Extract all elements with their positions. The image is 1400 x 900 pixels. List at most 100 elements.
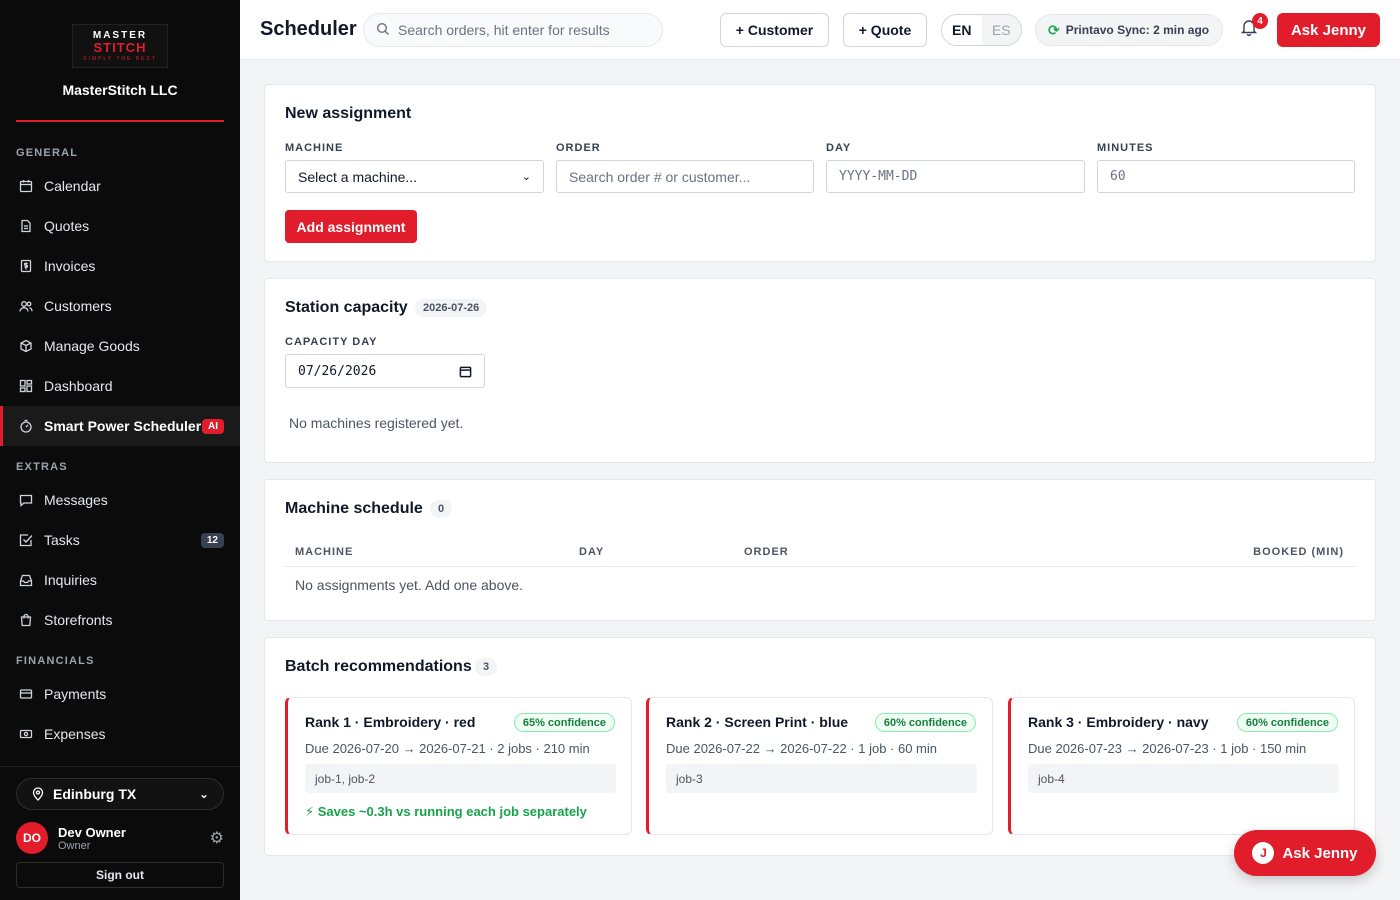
recommendation-savings: ⚡ Saves ~0.3h vs running each job separa… bbox=[305, 804, 587, 819]
nav-section-extras: EXTRAS bbox=[16, 461, 68, 473]
add-assignment-button[interactable]: Add assignment bbox=[285, 210, 417, 243]
refresh-icon: ⟳ bbox=[1048, 21, 1060, 38]
logo-top-text: MASTER bbox=[92, 29, 148, 41]
sidebar-item-label: Payments bbox=[44, 686, 107, 702]
recommendation-card[interactable]: Rank 3 · Embroidery · navy 60% confidenc… bbox=[1008, 697, 1355, 835]
station-capacity-title: Station capacity bbox=[285, 299, 408, 316]
grid-icon bbox=[18, 378, 34, 394]
add-customer-button[interactable]: + Customer bbox=[720, 13, 829, 47]
column-header-day[interactable]: DAY bbox=[579, 546, 604, 558]
jenny-avatar-icon: J bbox=[1252, 842, 1275, 864]
recommendation-meta: Due 2026-07-23 → 2026-07-23 · 1 job · 15… bbox=[1028, 741, 1307, 756]
lang-en-option[interactable]: EN bbox=[942, 15, 982, 45]
sidebar-item-smart-power-scheduler[interactable]: Smart Power Scheduler AI bbox=[0, 406, 240, 446]
user-profile: DO Dev Owner Owner ⚙ bbox=[16, 820, 224, 856]
order-input[interactable]: Search order # or customer... bbox=[556, 160, 814, 193]
sidebar-item-tasks[interactable]: Tasks 12 bbox=[0, 520, 240, 560]
recommendation-jobs: job-1, job-2 bbox=[305, 764, 616, 793]
sidebar-item-inquiries[interactable]: Inquiries bbox=[0, 560, 240, 600]
order-label: ORDER bbox=[556, 142, 601, 154]
sidebar-item-dashboard[interactable]: Dashboard bbox=[0, 366, 240, 406]
sidebar-item-customers[interactable]: Customers bbox=[0, 286, 240, 326]
ask-jenny-floating-label: Ask Jenny bbox=[1282, 844, 1358, 862]
day-input[interactable]: YYYY-MM-DD bbox=[826, 160, 1085, 193]
recommendation-title: Rank 3 · Embroidery · navy bbox=[1028, 714, 1209, 730]
sidebar: MASTER STITCH SIMPLY THE BEST MasterStit… bbox=[0, 0, 240, 900]
sidebar-item-manage-goods[interactable]: Manage Goods bbox=[0, 326, 240, 366]
capacity-empty-text: No machines registered yet. bbox=[289, 415, 464, 431]
ask-jenny-button[interactable]: Ask Jenny bbox=[1277, 13, 1380, 47]
top-header: Scheduler + Customer + Quote EN ES ⟳ Pri… bbox=[240, 0, 1400, 60]
sidebar-item-label: Invoices bbox=[44, 258, 96, 274]
sidebar-item-messages[interactable]: Messages bbox=[0, 480, 240, 520]
sidebar-item-label: Storefronts bbox=[44, 612, 113, 628]
sign-out-button[interactable]: Sign out bbox=[16, 862, 224, 888]
confidence-badge: 65% confidence bbox=[513, 713, 615, 732]
machine-label: MACHINE bbox=[285, 142, 344, 154]
sidebar-item-label: Smart Power Scheduler bbox=[44, 418, 202, 434]
brand-divider bbox=[16, 120, 224, 122]
schedule-count-badge: 0 bbox=[430, 500, 453, 518]
ask-jenny-floating-button[interactable]: J Ask Jenny bbox=[1234, 830, 1376, 876]
sidebar-item-label: Customers bbox=[44, 298, 112, 314]
minutes-input[interactable]: 60 bbox=[1097, 160, 1355, 193]
store-icon bbox=[18, 612, 34, 628]
recommendation-jobs: job-3 bbox=[666, 764, 977, 793]
station-capacity-card: Station capacity 2026-07-26 CAPACITY DAY… bbox=[264, 278, 1376, 463]
sidebar-item-quotes[interactable]: Quotes bbox=[0, 206, 240, 246]
confidence-badge: 60% confidence bbox=[1236, 713, 1338, 732]
logo-sub-text: SIMPLY THE BEST bbox=[83, 55, 157, 62]
sidebar-item-calendar[interactable]: Calendar bbox=[0, 166, 240, 206]
tasks-count-badge: 12 bbox=[200, 532, 224, 548]
gear-icon[interactable]: ⚙ bbox=[210, 828, 224, 848]
sync-status-badge[interactable]: ⟳ Printavo Sync: 2 min ago bbox=[1035, 14, 1223, 46]
sidebar-item-storefronts[interactable]: Storefronts bbox=[0, 600, 240, 640]
sidebar-item-label: Expenses bbox=[44, 726, 106, 742]
recommendation-jobs: job-4 bbox=[1028, 764, 1339, 793]
table-header-divider bbox=[285, 566, 1355, 567]
dollar-file-icon bbox=[18, 258, 34, 274]
notification-count-badge: 4 bbox=[1252, 13, 1268, 29]
sidebar-item-invoices[interactable]: Invoices bbox=[0, 246, 240, 286]
chevron-down-icon: ⌄ bbox=[198, 787, 209, 801]
recommendation-card[interactable]: Rank 1 · Embroidery · red 65% confidence… bbox=[285, 697, 632, 835]
search-box[interactable] bbox=[363, 13, 663, 47]
card-icon bbox=[18, 686, 34, 702]
column-header-order[interactable]: ORDER bbox=[744, 546, 789, 558]
location-selector[interactable]: Edinburg TX ⌄ bbox=[16, 778, 224, 810]
machine-select[interactable]: Select a machine... ⌄ bbox=[285, 160, 544, 193]
nav-section-general: GENERAL bbox=[16, 147, 79, 159]
sidebar-item-label: Quotes bbox=[44, 218, 90, 234]
avatar[interactable]: DO bbox=[16, 822, 48, 854]
column-header-booked[interactable]: BOOKED (MIN) bbox=[1253, 546, 1344, 558]
calendar-picker-icon[interactable] bbox=[459, 365, 472, 378]
chevron-down-icon: ⌄ bbox=[521, 171, 531, 183]
recommendation-meta: Due 2026-07-20 → 2026-07-21 · 2 jobs · 2… bbox=[305, 741, 590, 756]
capacity-day-input[interactable]: 07/26/2026 bbox=[285, 354, 485, 388]
machine-schedule-title: Machine schedule bbox=[285, 500, 423, 517]
user-role: Owner bbox=[58, 839, 91, 852]
location-pin-icon bbox=[31, 787, 45, 801]
recommendation-title: Rank 1 · Embroidery · red bbox=[305, 714, 476, 730]
new-assignment-card: New assignment MACHINE Select a machine.… bbox=[264, 84, 1376, 262]
company-logo[interactable]: MASTER STITCH SIMPLY THE BEST bbox=[72, 24, 168, 68]
batch-count-badge: 3 bbox=[475, 658, 498, 676]
capacity-day-label: CAPACITY DAY bbox=[285, 336, 378, 348]
sync-status-text: Printavo Sync: 2 min ago bbox=[1065, 23, 1210, 37]
add-quote-button[interactable]: + Quote bbox=[843, 13, 927, 47]
machine-select-value: Select a machine... bbox=[298, 168, 418, 185]
machine-schedule-card: Machine schedule 0 MACHINE DAY ORDER BOO… bbox=[264, 479, 1376, 621]
recommendation-card[interactable]: Rank 2 · Screen Print · blue 60% confide… bbox=[646, 697, 993, 835]
sidebar-item-label: Calendar bbox=[44, 178, 101, 194]
sidebar-item-expenses[interactable]: Expenses bbox=[0, 714, 240, 754]
checkbox-icon bbox=[18, 532, 34, 548]
logo-main-text: STITCH bbox=[93, 39, 147, 55]
sidebar-item-payments[interactable]: Payments bbox=[0, 674, 240, 714]
language-toggle: EN ES bbox=[941, 14, 1022, 46]
sidebar-item-label: Manage Goods bbox=[44, 338, 140, 354]
search-input[interactable] bbox=[398, 22, 648, 38]
batch-recommendations-title: Batch recommendations bbox=[285, 658, 472, 675]
lang-es-option[interactable]: ES bbox=[981, 15, 1021, 45]
column-header-machine[interactable]: MACHINE bbox=[295, 546, 353, 558]
message-icon bbox=[18, 492, 34, 508]
